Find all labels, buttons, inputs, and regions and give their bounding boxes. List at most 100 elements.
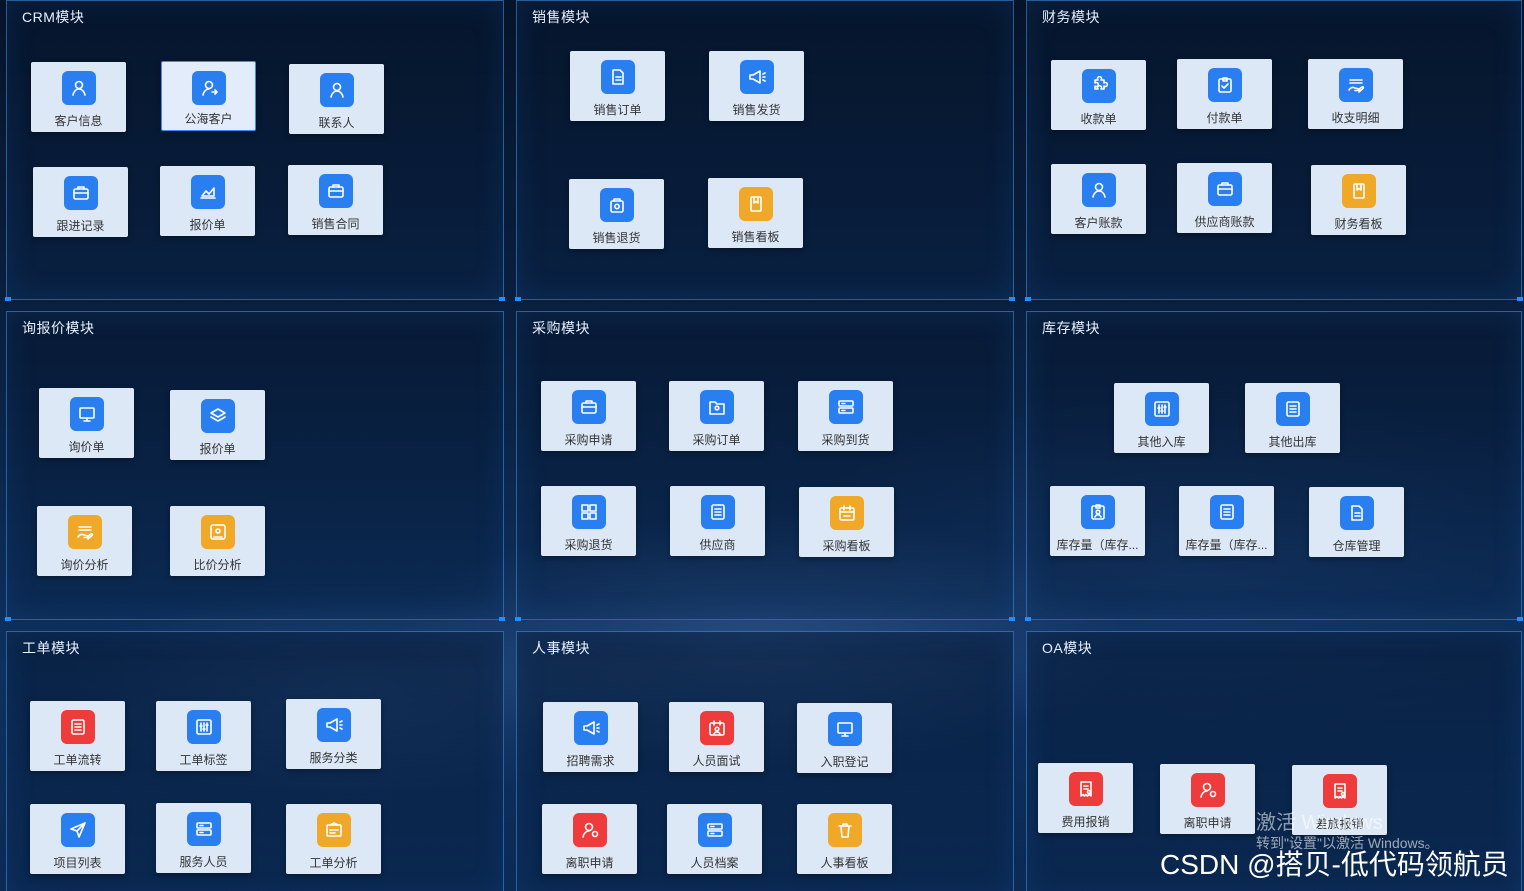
panel-title: 工单模块 [22,640,80,656]
news-icon [316,813,351,847]
module-tile[interactable]: 客户信息 [31,62,126,132]
module-tile[interactable]: 采购退货 [541,486,636,556]
module-tile[interactable]: 采购看板 [799,487,894,557]
user-gear-icon [1190,773,1225,807]
module-tile[interactable]: 销售订单 [570,51,665,121]
module-tile[interactable]: 采购订单 [669,381,764,451]
module-panel-sales: 销售模块 [515,0,1015,301]
module-tile[interactable]: 付款单 [1177,59,1272,129]
tile-label: 人员档案 [690,856,739,870]
tile-label: 比价分析 [193,558,242,572]
module-tile[interactable]: 销售退货 [569,179,664,249]
tile-label: 财务看板 [1334,217,1383,231]
tile-label: 人事看板 [820,856,869,870]
tile-label: 人员面试 [692,754,741,768]
tile-label: 采购看板 [822,539,871,553]
module-tile[interactable]: 销售合同 [288,165,383,235]
sliders-icon [1144,392,1179,426]
module-tile[interactable]: 人员档案 [667,804,762,874]
module-tile[interactable]: 销售发货 [709,51,804,121]
module-tile[interactable]: 报价单 [160,166,255,236]
module-tile[interactable]: 仓库管理 [1309,487,1404,557]
module-tile[interactable]: 离职申请 [542,804,637,874]
module-tile[interactable]: 招聘需求 [543,702,638,772]
module-tile[interactable]: 离职申请 [1160,764,1255,834]
panel-title: 库存模块 [1042,320,1100,336]
calendar-icon [829,496,864,530]
module-tile[interactable]: 询价单 [39,388,134,458]
module-tile[interactable]: 比价分析 [170,506,265,576]
briefcase-icon [1207,172,1242,206]
module-panel-purchase: 采购模块 [515,311,1015,621]
module-tile[interactable]: 财务看板 [1311,165,1406,235]
module-tile[interactable]: 服务人员 [156,803,251,873]
tile-label: 收款单 [1080,112,1117,126]
module-tile[interactable]: 供应商账款 [1177,163,1272,233]
tile-label: 报价单 [189,218,226,232]
list-icon [1209,495,1244,529]
panel-title: 人事模块 [532,640,590,656]
chart-icon [190,175,225,209]
module-tile[interactable]: 公海客户 [161,61,256,131]
module-tile[interactable]: 报价单 [170,390,265,460]
module-tile[interactable]: 客户账款 [1051,164,1146,234]
module-tile[interactable]: 入职登记 [797,703,892,773]
panel-title: 财务模块 [1042,9,1100,25]
user-gear-icon [572,813,607,847]
tile-label: 项目列表 [53,856,102,870]
clipboard-check-icon [1207,68,1242,102]
module-tile[interactable]: 服务分类 [286,699,381,769]
clipboard-user-icon [1080,495,1115,529]
calendar-user-icon [699,711,734,745]
module-tile[interactable]: 其他入库 [1114,383,1209,453]
server-icon [828,390,863,424]
board-icon [738,187,773,221]
module-tile[interactable]: 工单分析 [286,804,381,874]
module-tile[interactable]: 询价分析 [37,506,132,576]
tile-label: 跟进记录 [56,219,105,233]
bag-icon [599,188,634,222]
tile-label: 询价单 [68,440,105,454]
list-icon [60,710,95,744]
module-tile[interactable]: 费用报销 [1038,763,1133,833]
briefcase-icon [63,176,98,210]
module-tile[interactable]: 项目列表 [30,804,125,874]
module-tile[interactable]: 库存量（库存... [1050,486,1145,556]
module-tile[interactable]: 收款单 [1051,60,1146,130]
target-icon [200,515,235,549]
tile-label: 收支明细 [1331,111,1380,125]
monitor-icon [827,712,862,746]
module-tile[interactable]: 工单标签 [156,701,251,771]
module-tile[interactable]: 人事看板 [797,804,892,874]
tile-label: 采购退货 [564,538,613,552]
module-tile[interactable]: 工单流转 [30,701,125,771]
tile-label: 服务人员 [179,855,228,869]
module-tile[interactable]: 销售看板 [708,178,803,248]
server-icon [186,812,221,846]
user-share-icon [191,71,226,105]
module-tile[interactable]: 采购申请 [541,381,636,451]
user-icon [1081,173,1116,207]
module-panel-inventory: 库存模块 [1025,311,1523,621]
user-icon [61,71,96,105]
module-tile[interactable]: 供应商 [670,486,765,556]
puzzle-icon [1081,69,1116,103]
panel-title: OA模块 [1042,640,1093,656]
briefcase-icon [318,174,353,208]
list-icon [1275,392,1310,426]
module-tile[interactable]: 收支明细 [1308,59,1403,129]
module-tile[interactable]: 联系人 [289,64,384,134]
panel-title: 采购模块 [532,320,590,336]
module-tile[interactable]: 其他出库 [1245,383,1340,453]
tile-label: 销售订单 [593,103,642,117]
module-panel-finance: 财务模块 [1025,0,1523,301]
tile-label: 库存量（库存... [1056,538,1139,552]
module-tile[interactable]: 人员面试 [669,702,764,772]
module-tile[interactable]: 跟进记录 [33,167,128,237]
tile-label: 报价单 [199,442,236,456]
tile-label: 付款单 [1206,111,1243,125]
module-tile[interactable]: 库存量（库存... [1179,486,1274,556]
module-tile[interactable]: 采购到货 [798,381,893,451]
server-icon [697,813,732,847]
receipt-icon [1068,772,1103,806]
